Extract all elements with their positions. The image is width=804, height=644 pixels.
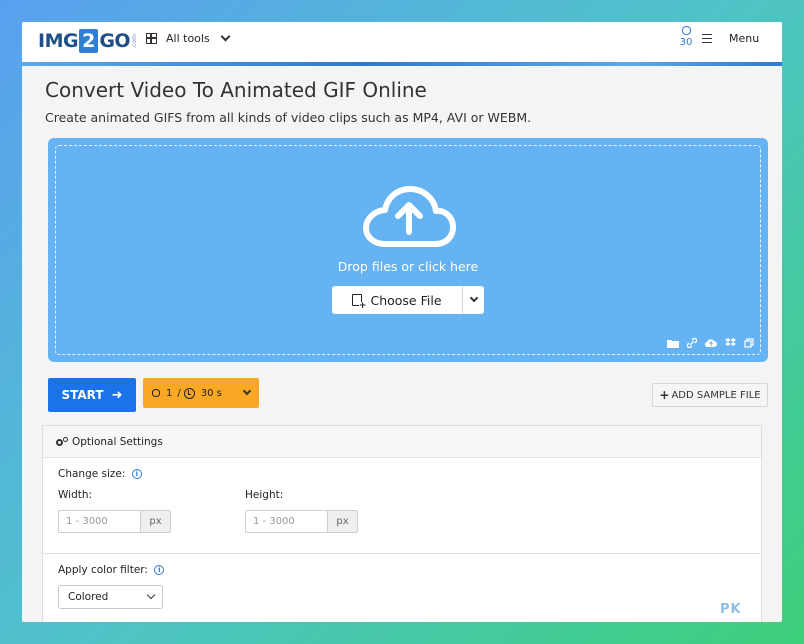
header-accent-stripe — [22, 62, 782, 66]
menu-label: Menu — [729, 32, 760, 45]
coins-icon — [152, 389, 160, 397]
credits-indicator[interactable]: 30 — [676, 26, 696, 48]
settings-divider — [43, 553, 761, 554]
plus-icon: + — [659, 388, 670, 402]
width-label: Width: — [58, 489, 93, 501]
all-tools-dropdown[interactable]: All tools — [146, 31, 231, 45]
optional-settings-header[interactable]: Optional Settings — [43, 426, 761, 458]
clock-icon — [183, 387, 195, 399]
limit-files: 1 — [166, 387, 173, 399]
chevron-down-icon — [242, 386, 252, 396]
cloud-upload-icon — [363, 186, 456, 247]
info-icon[interactable]: i — [131, 469, 142, 479]
page-subtitle: Create animated GIFS from all kinds of v… — [45, 110, 532, 125]
all-tools-label: All tools — [166, 32, 210, 45]
chevron-down-icon — [146, 590, 156, 600]
color-filter-label: Apply color filter: i — [58, 564, 165, 576]
choose-file-label: Choose File — [370, 292, 442, 308]
height-input[interactable] — [245, 510, 328, 533]
logo-text-left: IMG — [38, 30, 79, 52]
sample-label: ADD SAMPLE FILE — [671, 389, 761, 401]
add-sample-file-button[interactable]: + ADD SAMPLE FILE — [652, 383, 768, 407]
width-input-group: px — [58, 510, 171, 533]
logo-text-right: GO — [99, 30, 131, 52]
dropzone-hint: Drop files or click here — [337, 259, 479, 274]
limit-time: 30 s — [200, 387, 222, 399]
color-filter-text: Apply color filter: — [58, 564, 148, 576]
optional-settings-title: Optional Settings — [72, 435, 163, 448]
choose-source-dropdown[interactable] — [462, 286, 484, 314]
menu-button[interactable]: Menu — [702, 32, 759, 45]
optional-settings-panel: Optional Settings Change size: i Width: … — [42, 425, 762, 622]
browser-viewport: IMG 2 GO .com All tools 30 Menu Convert … — [22, 22, 782, 622]
height-input-group: px — [245, 510, 358, 533]
arrow-right-icon: ➜ — [111, 387, 123, 403]
dropzone-dashed-area[interactable]: Drop files or click here Choose File — [55, 145, 761, 355]
height-unit: px — [328, 510, 358, 533]
start-button[interactable]: START ➜ — [48, 378, 136, 412]
change-size-text: Change size: — [58, 468, 126, 480]
page-title: Convert Video To Animated GIF Online — [45, 78, 427, 102]
top-navbar: IMG 2 GO .com All tools 30 Menu — [22, 22, 782, 62]
change-size-label: Change size: i — [58, 468, 142, 480]
cloud-storage-icon[interactable] — [705, 338, 717, 348]
chevron-down-icon — [469, 293, 478, 303]
file-dropzone[interactable]: Drop files or click here Choose File — [48, 138, 768, 362]
file-plus-icon — [352, 294, 367, 310]
width-unit: px — [141, 510, 171, 533]
hamburger-icon — [702, 34, 712, 43]
dropbox-icon[interactable] — [725, 338, 736, 348]
credits-count: 30 — [679, 37, 693, 48]
upload-source-icons — [667, 338, 754, 348]
start-label: START — [61, 388, 104, 402]
copy-icon[interactable] — [744, 338, 754, 348]
logo-suffix: .com — [131, 33, 139, 49]
gears-icon — [56, 436, 68, 447]
grid-icon — [146, 33, 157, 44]
height-label: Height: — [245, 489, 284, 501]
info-icon[interactable]: i — [154, 565, 165, 575]
choose-file-button[interactable]: Choose File — [332, 286, 462, 314]
color-filter-select[interactable]: Colored — [58, 585, 163, 609]
chevron-down-icon — [220, 31, 231, 42]
choose-file-group: Choose File — [332, 286, 484, 314]
coins-icon — [681, 26, 691, 35]
width-input[interactable] — [58, 510, 141, 533]
limit-separator: / — [177, 387, 181, 399]
limits-dropdown[interactable]: 1 / 30 s — [143, 378, 259, 408]
color-filter-value: Colored — [68, 591, 109, 603]
logo-text-mid: 2 — [79, 29, 99, 53]
folder-icon[interactable] — [667, 339, 679, 348]
link-icon[interactable] — [687, 338, 697, 348]
watermark-text: PK — [720, 602, 742, 617]
img2go-logo[interactable]: IMG 2 GO .com — [38, 29, 138, 53]
